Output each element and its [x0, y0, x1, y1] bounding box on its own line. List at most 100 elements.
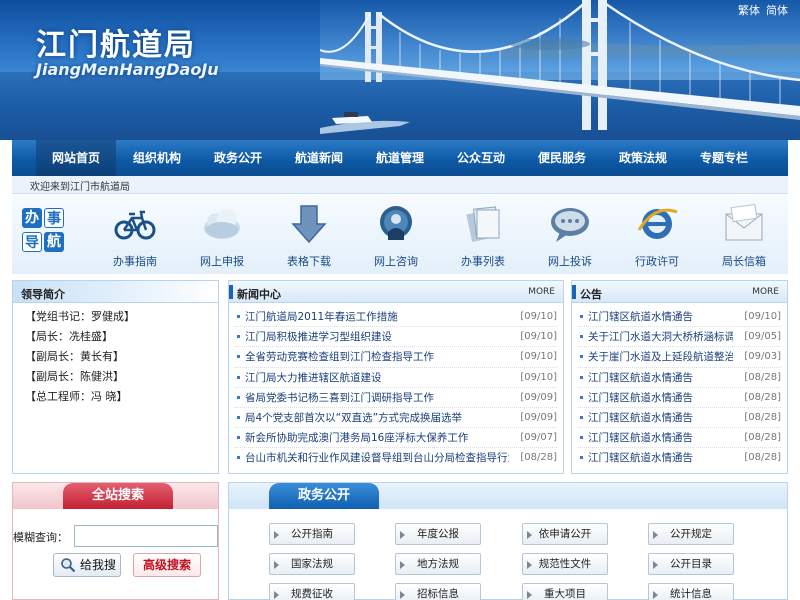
gov-button-label: 国家法规 [291, 558, 333, 570]
news-item[interactable]: 局4个党支部首次以“双直选”方式完成换届选举 [09/09] [235, 408, 557, 429]
main-navigation: 网站首页 组织机构 政务公开 航道新闻 航道管理 公众互动 便民服务 政策法规 … [12, 140, 788, 176]
gov-button-national-regulations[interactable]: 国家法规 [269, 553, 355, 575]
bullet-icon [580, 395, 583, 399]
news-item[interactable]: 台山市机关和行业作风建设督导组到台山分局检查指导行业作风建设 [08/28] [235, 448, 557, 468]
nav-item-special-topics[interactable]: 专题专栏 [684, 140, 764, 176]
gov-button-normative-documents[interactable]: 规范性文件 [522, 553, 608, 575]
nav-item-organization[interactable]: 组织机构 [117, 140, 197, 176]
leader-item[interactable]: 【局长：冼桂盛】 [25, 327, 135, 347]
service-list[interactable]: 办事列表 [450, 202, 516, 269]
nav-item-home[interactable]: 网站首页 [36, 140, 116, 176]
news-item[interactable]: 江门航道局2011年春运工作措施 [09/10] [235, 307, 557, 328]
notice-more-link[interactable]: MORE [752, 287, 779, 297]
news-center-panel: 新闻中心 MORE 江门航道局2011年春运工作措施 [09/10] 江门局积极推… [228, 280, 564, 474]
notice-item-title[interactable]: 江门辖区航道水情通告 [588, 448, 733, 468]
fuzzy-search-label: 模糊查询： [13, 531, 68, 544]
service-director-mailbox[interactable]: 局长信箱 [711, 202, 777, 269]
gov-button-annual-report[interactable]: 年度公报 [395, 523, 481, 545]
gov-button-label: 公开规定 [670, 528, 712, 540]
panel-header: 新闻中心 MORE [229, 281, 563, 303]
panel-header: 公告 MORE [572, 281, 787, 303]
header-marker [229, 285, 233, 299]
gov-button-tender-info[interactable]: 招标信息 [395, 583, 481, 600]
nav-item-government-affairs[interactable]: 政务公开 [198, 140, 278, 176]
gov-button-label: 公开目录 [670, 558, 712, 570]
gov-button-disclosure-rules[interactable]: 公开规定 [648, 523, 734, 545]
notice-item[interactable]: 江门辖区航道水情通告 [08/28] [578, 428, 781, 449]
notice-item[interactable]: 江门辖区航道水情通告 [08/28] [578, 368, 781, 388]
notice-item-title[interactable]: 江门辖区航道水情通告 [588, 368, 733, 388]
news-item-title[interactable]: 省局党委书记杨三喜到江门调研指导工作 [245, 388, 509, 408]
gov-button-disclosure-guide[interactable]: 公开指南 [269, 523, 355, 545]
advanced-search-button[interactable]: 高级搜索 [133, 553, 201, 577]
service-administrative-license[interactable]: 行政许可 [624, 202, 690, 269]
gov-button-on-request[interactable]: 依申请公开 [522, 523, 608, 545]
arrow-right-icon [400, 561, 405, 569]
gov-button-fee-collection[interactable]: 规费征收 [269, 583, 355, 600]
news-item-title[interactable]: 台山市机关和行业作风建设督导组到台山分局检查指导行业作风建设 [245, 448, 509, 468]
notice-item-title[interactable]: 江门辖区航道水情通告 [588, 428, 733, 448]
bullet-icon [237, 375, 240, 379]
service-online-complaint[interactable]: 网上投诉 [537, 202, 603, 269]
news-item-title[interactable]: 江门航道局2011年春运工作措施 [245, 307, 509, 327]
nav-item-policies-regulations[interactable]: 政策法规 [603, 140, 683, 176]
news-more-link[interactable]: MORE [528, 287, 555, 297]
nav-item-waterway-news[interactable]: 航道新闻 [279, 140, 359, 176]
leader-item[interactable]: 【党组书记：罗健成】 [25, 307, 135, 327]
badge-char: 事 [44, 208, 64, 228]
notice-item[interactable]: 江门辖区航道水情通告 [08/28] [578, 448, 781, 468]
service-form-download[interactable]: 表格下载 [276, 202, 342, 269]
search-input[interactable] [74, 525, 218, 547]
arrow-right-icon [274, 561, 279, 569]
notice-item-title[interactable]: 关于江门水道大洞大桥桥涵标调整的通告 [588, 327, 733, 347]
simplified-chinese-link[interactable]: 简体 [766, 2, 788, 18]
service-online-consultation[interactable]: 网上咨询 [363, 202, 429, 269]
service-guide[interactable]: 办事指南 [102, 202, 168, 269]
nav-item-public-interaction[interactable]: 公众互动 [441, 140, 521, 176]
arrow-right-icon [653, 591, 658, 599]
news-item[interactable]: 全省劳动竞赛检查组到江门检查指导工作 [09/10] [235, 347, 557, 368]
news-item[interactable]: 江门局大力推进辖区航道建设 [09/10] [235, 368, 557, 388]
gov-button-statistics[interactable]: 统计信息 [648, 583, 734, 600]
notice-item[interactable]: 关于崖门水道及上延段航道整治工程施工的通告 [09/03] [578, 347, 781, 368]
notice-item-title[interactable]: 关于崖门水道及上延段航道整治工程施工的通告 [588, 347, 733, 367]
bullet-icon [580, 436, 583, 440]
leader-item[interactable]: 【总工程师：冯 晓】 [25, 387, 135, 407]
gov-button-major-projects[interactable]: 重大项目 [522, 583, 608, 600]
notice-item-title[interactable]: 江门辖区航道水情通告 [588, 388, 733, 408]
notice-item-date: [08/28] [744, 432, 781, 444]
gov-button-label: 招标信息 [417, 588, 459, 600]
arrow-right-icon [400, 591, 405, 599]
bridge-illustration [320, 0, 800, 134]
news-item[interactable]: 新会所协助完成澳门港务局16座浮标大保养工作 [09/07] [235, 428, 557, 449]
notice-item[interactable]: 关于江门水道大洞大桥桥涵标调整的通告 [09/05] [578, 327, 781, 348]
traditional-chinese-link[interactable]: 繁体 [738, 2, 760, 18]
leader-item[interactable]: 【副局长：陈健洪】 [25, 367, 135, 387]
nav-item-convenience-services[interactable]: 便民服务 [522, 140, 602, 176]
nav-item-waterway-management[interactable]: 航道管理 [360, 140, 440, 176]
notice-item-title[interactable]: 江门辖区航道水情通告 [588, 307, 733, 327]
news-item-date: [09/10] [520, 371, 557, 383]
bullet-icon [580, 415, 583, 419]
news-item-title[interactable]: 新会所协助完成澳门港务局16座浮标大保养工作 [245, 428, 509, 448]
gov-header: 政务公开 [229, 483, 787, 509]
leader-item[interactable]: 【副局长：黄长有】 [25, 347, 135, 367]
news-item[interactable]: 江门局积极推进学习型组织建设 [09/10] [235, 327, 557, 348]
notice-item[interactable]: 江门辖区航道水情通告 [09/10] [578, 307, 781, 328]
news-item-title[interactable]: 江门局大力推进辖区航道建设 [245, 368, 509, 388]
gov-button-disclosure-catalog[interactable]: 公开目录 [648, 553, 734, 575]
bullet-icon [237, 335, 240, 339]
notice-item[interactable]: 江门辖区航道水情通告 [08/28] [578, 408, 781, 429]
gov-button-local-regulations[interactable]: 地方法规 [395, 553, 481, 575]
news-item[interactable]: 省局党委书记杨三喜到江门调研指导工作 [09/09] [235, 388, 557, 408]
badge-char: 航 [44, 232, 64, 252]
news-item-title[interactable]: 全省劳动竞赛检查组到江门检查指导工作 [245, 347, 509, 367]
news-item-title[interactable]: 局4个党支部首次以“双直选”方式完成换届选举 [245, 408, 509, 428]
news-item-date: [09/07] [520, 432, 557, 444]
service-online-application[interactable]: 网上申报 [189, 202, 255, 269]
bullet-icon [580, 456, 583, 460]
notice-item-title[interactable]: 江门辖区航道水情通告 [588, 408, 733, 428]
notice-item[interactable]: 江门辖区航道水情通告 [08/28] [578, 388, 781, 408]
search-button[interactable]: 给我搜 [53, 553, 121, 577]
news-item-title[interactable]: 江门局积极推进学习型组织建设 [245, 327, 509, 347]
